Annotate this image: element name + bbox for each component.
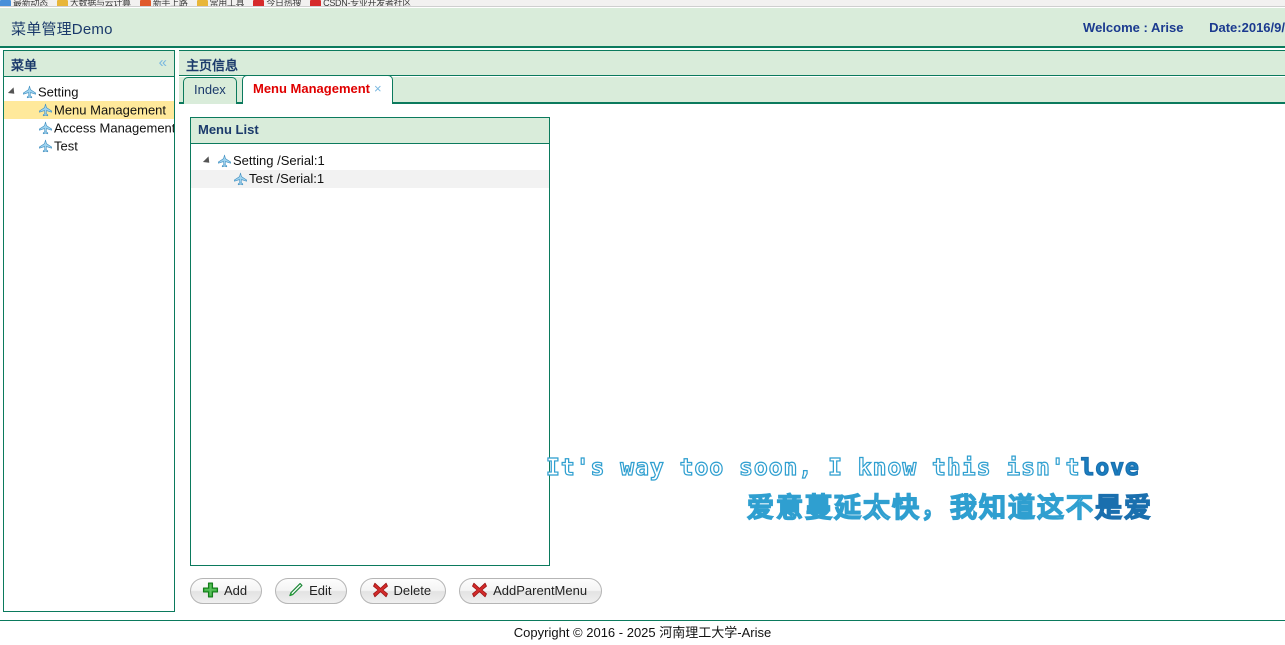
welcome-text: Welcome : Arise — [1083, 20, 1184, 35]
sidebar-item-label: Test — [54, 138, 78, 154]
date-text: Date:2016/9/ — [1209, 20, 1285, 35]
edit-button[interactable]: Edit — [275, 578, 347, 604]
bookmark-item[interactable]: 常用工具 — [196, 0, 254, 7]
sidebar-item-access-management[interactable]: Access Management — [4, 119, 174, 137]
menu-list-tree: Setting /Serial:1 Test /Serial:1 — [191, 144, 549, 188]
red-x-icon — [372, 582, 388, 598]
plane-icon — [218, 154, 231, 168]
header-user-info: Welcome : Arise Date:2016/9/ — [1083, 20, 1285, 35]
bookmark-label: 新手上路 — [152, 0, 188, 7]
menu-tree-row[interactable]: Setting /Serial:1 — [191, 152, 549, 170]
sidebar-tree: Setting Menu Management Access Management T… — [4, 77, 174, 155]
expand-arrow-icon[interactable] — [7, 87, 18, 97]
bookmark-item[interactable]: 新手上路 — [139, 0, 197, 7]
bookmark-item[interactable]: 最新动态 — [0, 0, 57, 7]
bookmark-favicon-icon — [310, 0, 322, 6]
bookmark-label: 常用工具 — [209, 0, 245, 7]
plane-icon — [234, 172, 247, 186]
content-title: 主页信息 — [186, 58, 239, 73]
close-x-icon[interactable]: × — [374, 81, 382, 96]
content-titlebar: 主页信息 — [179, 50, 1285, 76]
menu-list-panel: Menu List Setting /Serial:1 Test /Serial:… — [190, 117, 550, 566]
sidebar-item-label: Setting — [38, 84, 79, 100]
button-label: Delete — [393, 583, 432, 598]
bookmark-favicon-icon — [139, 0, 151, 6]
bookmark-favicon-icon — [253, 0, 265, 6]
app-header: 菜单管理Demo Welcome : Arise Date:2016/9/ — [0, 8, 1285, 48]
button-label: Add — [224, 583, 248, 598]
menu-tree-label: Test /Serial:1 — [249, 171, 325, 186]
plane-icon — [23, 85, 36, 99]
bookmark-label: 最新动态 — [13, 0, 48, 7]
sidebar-item-menu-management[interactable]: Menu Management — [4, 101, 174, 119]
expand-arrow-icon[interactable] — [202, 156, 213, 166]
plane-icon — [39, 139, 52, 153]
menu-tree-row[interactable]: Test /Serial:1 — [191, 170, 549, 188]
bookmark-favicon-icon — [0, 0, 11, 6]
add-button[interactable]: Add — [190, 578, 263, 604]
plane-icon — [39, 103, 52, 117]
chevron-double-left-icon[interactable]: « — [159, 54, 167, 72]
red-x-icon — [472, 582, 488, 598]
pencil-icon — [289, 583, 303, 597]
plane-icon — [39, 121, 52, 135]
sidebar: 菜单 « Setting Menu Management Access Manage… — [3, 50, 175, 612]
browser-bookmarks-bar[interactable]: 最新动态 大数据与云计算 新手上路 常用工具 今日热搜 CSDN-专业开发者社区 — [0, 0, 1285, 7]
bookmark-label: CSDN-专业开发者社区 — [323, 0, 412, 7]
tab-label: Menu Management — [253, 81, 371, 96]
sidebar-item-test[interactable]: Test — [4, 137, 174, 155]
app-title: 菜单管理Demo — [11, 21, 113, 38]
tab-label: Index — [194, 82, 226, 97]
sidebar-item-setting[interactable]: Setting — [4, 83, 174, 101]
sidebar-header: 菜单 « — [4, 51, 174, 77]
tab-strip: Index Menu Management × — [179, 75, 1285, 104]
menu-list-title: Menu List — [198, 122, 259, 137]
bookmark-item[interactable]: 今日热搜 — [253, 0, 310, 7]
sidebar-item-label: Menu Management — [54, 102, 167, 118]
bookmark-favicon-icon — [196, 0, 208, 6]
sidebar-item-label: Access Management — [54, 120, 174, 136]
bookmark-label: 今日热搜 — [266, 0, 302, 7]
copyright-text: Copyright © 2016 - 2025 河南理工大学-Arise — [513, 625, 772, 640]
addparentmenu-button[interactable]: AddParentMenu — [459, 578, 603, 604]
sidebar-title: 菜单 — [11, 58, 38, 73]
delete-button[interactable]: Delete — [359, 578, 447, 604]
green-plus-icon — [202, 582, 219, 598]
bookmark-favicon-icon — [56, 0, 68, 6]
bookmark-item[interactable]: 大数据与云计算 — [56, 0, 140, 7]
menu-tree-label: Setting /Serial:1 — [233, 153, 325, 168]
bookmark-item[interactable]: CSDN-专业开发者社区 — [310, 0, 420, 7]
action-button-bar: Add Edit Delete AddParentMenu — [190, 578, 615, 604]
content-area: 主页信息 Index Menu Management × Menu List Set… — [179, 50, 1285, 612]
menu-list-header: Menu List — [191, 118, 549, 144]
footer: Copyright © 2016 - 2025 河南理工大学-Arise — [0, 620, 1285, 645]
bookmark-label: 大数据与云计算 — [69, 0, 131, 7]
tab-index[interactable]: Index — [183, 77, 237, 104]
button-label: AddParentMenu — [493, 583, 588, 598]
button-label: Edit — [309, 583, 332, 598]
tab-menu-management[interactable]: Menu Management × — [242, 75, 393, 104]
